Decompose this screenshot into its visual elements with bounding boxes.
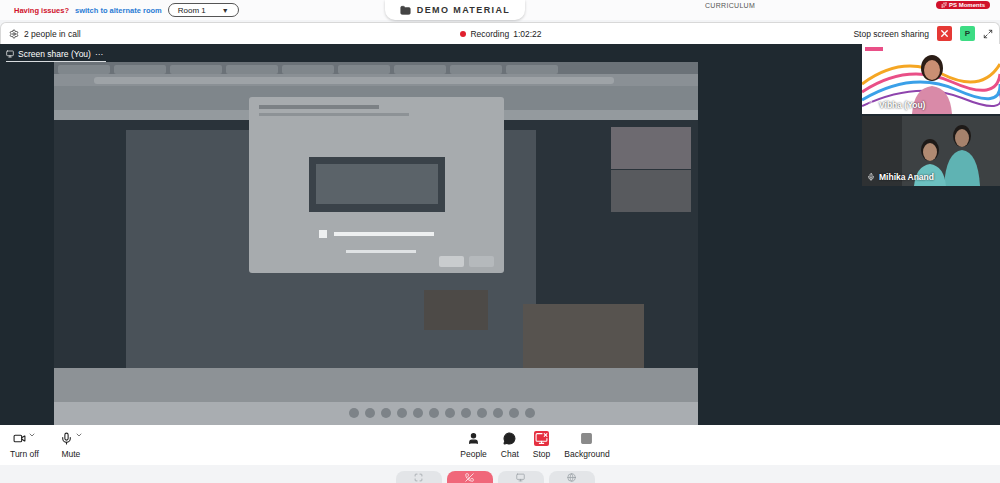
help-text: Having issues? (14, 6, 69, 15)
camera-icon (13, 432, 26, 445)
mic-button[interactable]: Mute (59, 431, 83, 459)
avatar-button[interactable]: P (960, 26, 975, 41)
background-icon (580, 432, 593, 445)
participant-name: Vibha (You) (867, 100, 925, 110)
alternate-room-link[interactable]: switch to alternate room (75, 6, 162, 15)
recording-status: Recording1:02:22 (460, 29, 541, 39)
gear-icon[interactable] (9, 29, 19, 39)
top-tabs: DEMO MATERIAL CURRICULUM (385, 0, 755, 20)
participant-tile[interactable]: Mihika Anand (862, 116, 1000, 186)
background-button[interactable]: Background (564, 431, 609, 459)
control-label: Background (564, 449, 609, 459)
people-icon (467, 432, 480, 445)
call-stage: Screen share (You)··· Vibha (You) Mihika A… (0, 44, 1000, 425)
room-caret: ▼ (222, 7, 229, 14)
call-bar: 2 people in callRecording1:02:22Stop scr… (0, 22, 1000, 44)
more-menu[interactable]: ··· (95, 49, 104, 59)
people-button[interactable]: People (460, 431, 486, 459)
expand-button[interactable] (396, 471, 442, 483)
share-icon (535, 432, 548, 445)
dropdown-icon[interactable] (75, 431, 83, 439)
close-icon (939, 28, 950, 39)
top-tab[interactable]: CURRICULUM (705, 0, 755, 10)
mic-icon (867, 173, 875, 181)
top-tab[interactable]: DEMO MATERIAL (385, 0, 525, 20)
top-bar: Having issues? switch to alternate room Ro… (0, 0, 1000, 20)
camera-button[interactable]: Turn off (10, 431, 39, 459)
participant-name: Mihika Anand (867, 172, 934, 182)
control-label: Chat (501, 449, 519, 459)
folder-icon (400, 5, 411, 16)
room-select[interactable]: Room 1 ▼ (168, 3, 239, 17)
chat-icon (503, 432, 516, 445)
leave-icon (465, 473, 474, 482)
globe-icon (567, 473, 576, 482)
screen-share-pane: Screen share (You)··· (0, 44, 862, 425)
expand-icon (414, 473, 423, 482)
share-controls: Stop screen sharing P (542, 26, 993, 41)
stop-sharing-button[interactable] (937, 26, 952, 41)
screen-button[interactable] (498, 471, 544, 483)
screen-icon (6, 50, 14, 58)
expand-icon[interactable] (983, 29, 993, 39)
control-label: Mute (61, 449, 80, 459)
footer-bar (0, 465, 1000, 483)
share-button[interactable]: Stop (533, 431, 551, 459)
screen-icon (516, 473, 525, 482)
participant-tiles: Vibha (You) Mihika Anand (862, 44, 1000, 425)
screen-share-frame (54, 62, 698, 425)
dropdown-icon[interactable] (28, 431, 36, 439)
control-label: People (460, 449, 486, 459)
sparkle-icon (941, 2, 947, 8)
chat-button[interactable]: Chat (501, 431, 519, 459)
globe-button[interactable] (549, 471, 595, 483)
mic-icon (867, 101, 875, 109)
people-count: 2 people in call (9, 29, 460, 39)
control-label: Turn off (10, 449, 39, 459)
participant-tile[interactable]: Vibha (You) (862, 44, 1000, 114)
control-label: Stop (533, 449, 551, 459)
stop-sharing-label: Stop screen sharing (853, 29, 929, 39)
ps-moments-badge[interactable]: PS Moments (936, 1, 990, 9)
video-call-app: Having issues? switch to alternate room Ro… (0, 0, 1000, 483)
mic-icon (60, 432, 73, 445)
recording-dot (460, 31, 466, 37)
screen-share-tab[interactable]: Screen share (You)··· (6, 48, 106, 62)
help-area: Having issues? switch to alternate room Ro… (0, 0, 385, 20)
leave-button[interactable] (447, 471, 493, 483)
room-label: Room 1 (178, 6, 206, 15)
control-bar: Turn off Mute People Chat Stop Background (0, 425, 1000, 465)
